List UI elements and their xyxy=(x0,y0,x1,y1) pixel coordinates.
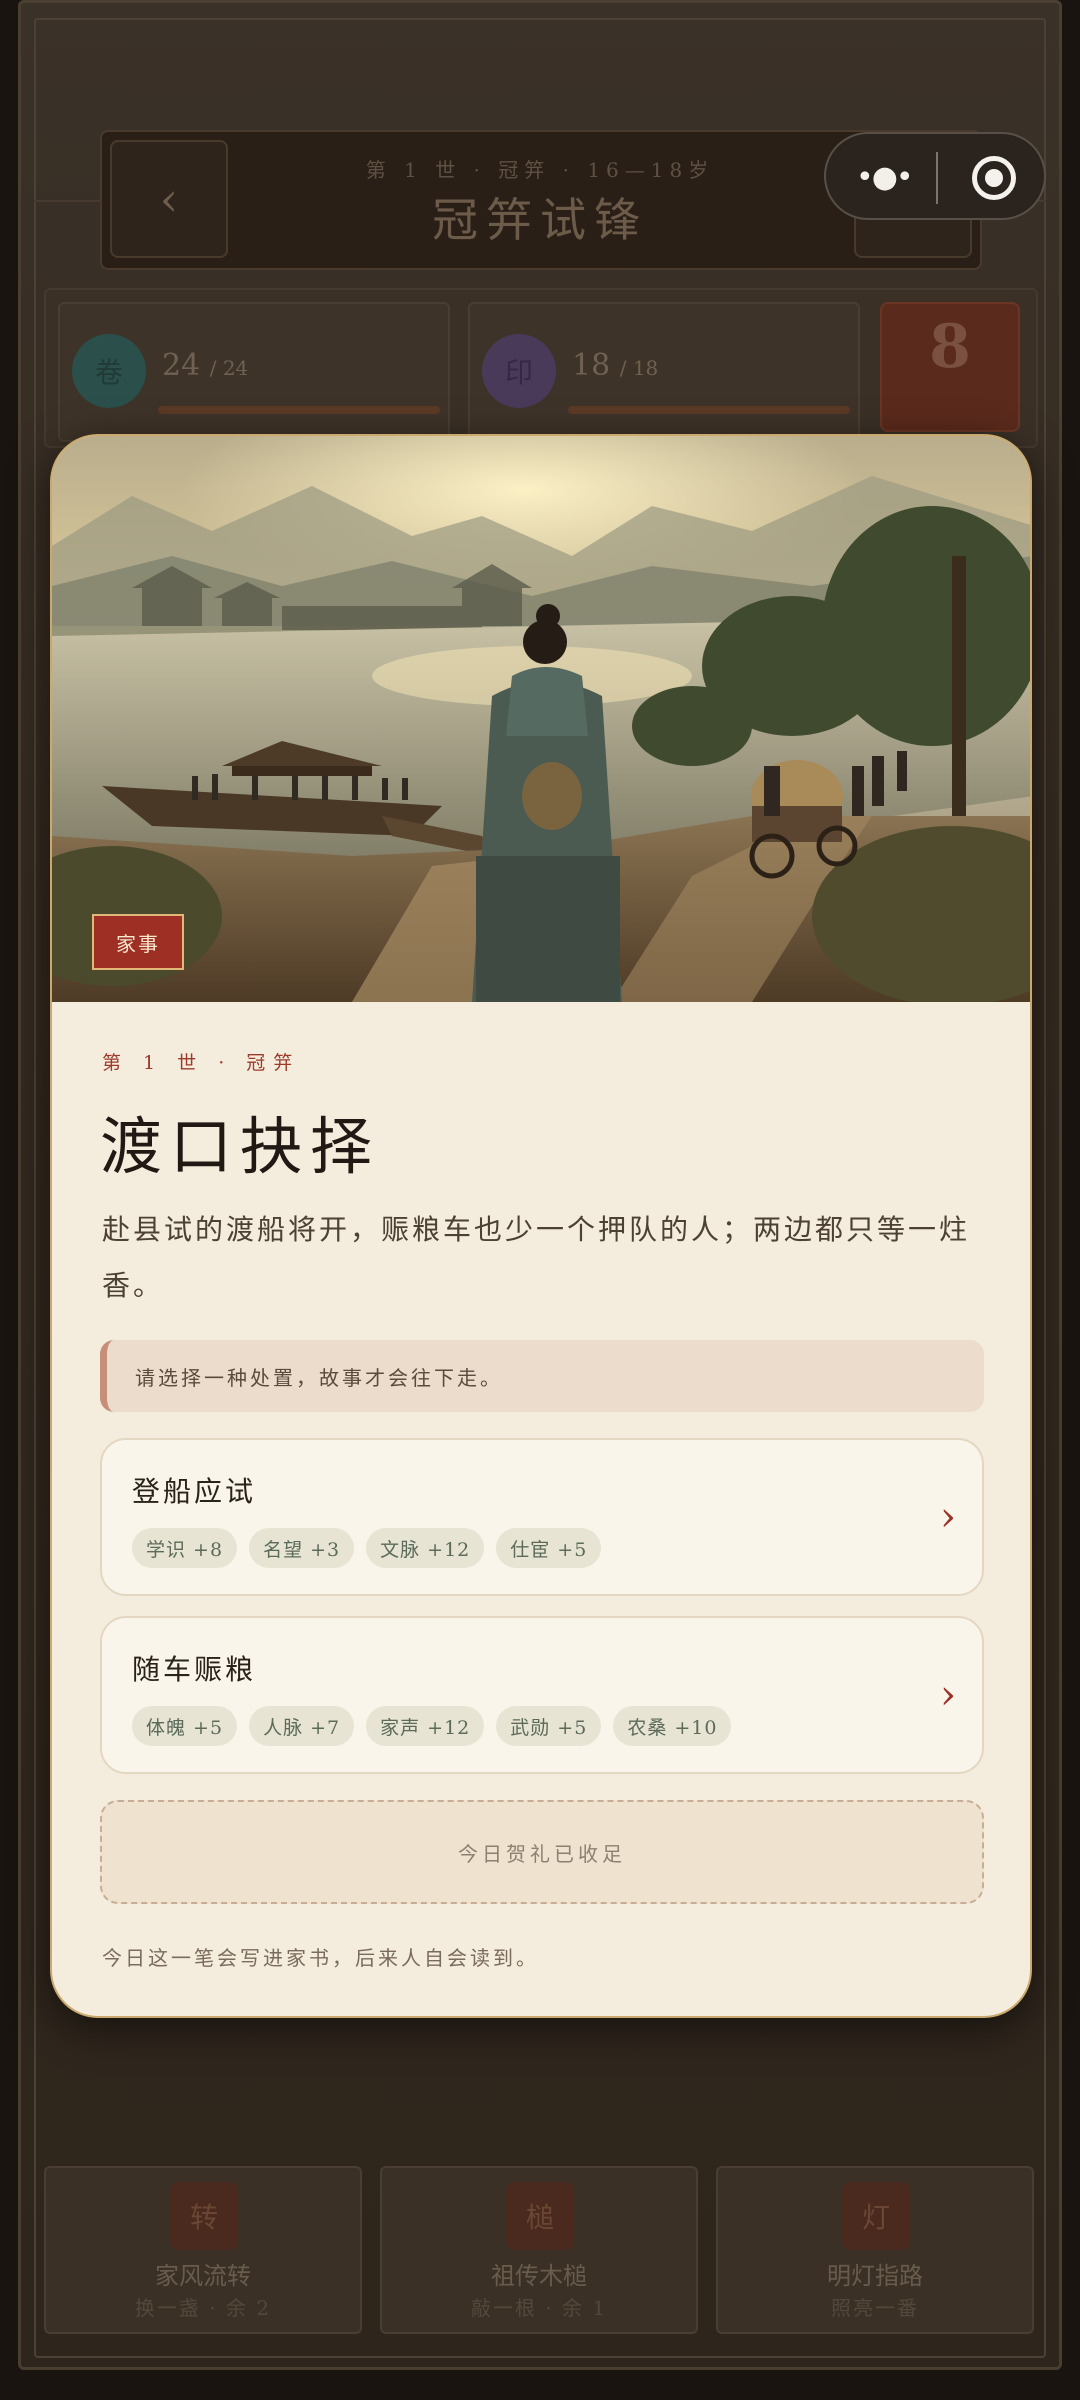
effect-chip: 学识 +8 xyxy=(132,1528,238,1568)
mallet-glyph-icon: 槌 xyxy=(506,2182,574,2250)
tool-name: 家风流转 xyxy=(155,2262,251,2290)
tool-name: 祖传木槌 xyxy=(491,2262,587,2290)
scene-illustration: 家事 xyxy=(52,436,1030,1002)
record-target-icon[interactable] xyxy=(972,156,1016,200)
chevron-left-icon: ‹ xyxy=(159,172,179,226)
tool-name: 明灯指路 xyxy=(827,2262,923,2290)
choice-title: 随车赈粮 xyxy=(132,1653,257,1686)
tool-sub: 敲一根 · 余 1 xyxy=(470,2296,608,2320)
choice-option-grain-cart[interactable]: 随车赈粮 体魄 +5 人脉 +7 家声 +12 武勋 +5 农桑 +10 › xyxy=(100,1616,984,1774)
choice-title: 登船应试 xyxy=(132,1475,257,1508)
effect-chips: 体魄 +5 人脉 +7 家声 +12 武勋 +5 农桑 +10 xyxy=(132,1706,732,1746)
ferry-scene-image xyxy=(52,436,1030,1002)
capsule-separator xyxy=(936,152,938,204)
footer-note: 今日这一笔会写进家书，后来人自会读到。 xyxy=(102,1946,539,1970)
effect-chip: 家声 +12 xyxy=(366,1706,485,1746)
choice-option-board-ship[interactable]: 登船应试 学识 +8 名望 +3 文脉 +12 仕宦 +5 › xyxy=(100,1438,984,1596)
event-description: 赴县试的渡船将开，赈粮车也少一个押队的人；两边都只等一炷香。 xyxy=(102,1213,971,1302)
tool-wooden-mallet[interactable]: 槌 祖传木槌 敲一根 · 余 1 xyxy=(380,2166,698,2334)
back-button[interactable]: ‹ xyxy=(110,140,228,258)
more-dots-icon[interactable]: •●• xyxy=(856,160,914,195)
tool-bar: 转 家风流转 换一盏 · 余 2 槌 祖传木槌 敲一根 · 余 1 灯 明灯指路… xyxy=(44,2166,1038,2336)
stat-card-yin: 印 18 / 18 xyxy=(468,302,860,442)
tool-lamp-guide[interactable]: 灯 明灯指路 照亮一番 xyxy=(716,2166,1034,2334)
event-kicker: 第 1 世 · 冠笄 xyxy=(102,1052,301,1074)
seal-badge-icon: 印 xyxy=(482,334,556,408)
header-title: 冠笄试锋 xyxy=(432,193,648,247)
effect-chips: 学识 +8 名望 +3 文脉 +12 仕宦 +5 xyxy=(132,1528,602,1568)
effect-chip: 体魄 +5 xyxy=(132,1706,238,1746)
lamp-glyph-icon: 灯 xyxy=(842,2182,910,2250)
mini-program-capsule: •●• xyxy=(824,132,1046,220)
turn-counter: 8 xyxy=(880,302,1020,432)
scroll-badge-icon: 卷 xyxy=(72,334,146,408)
header-subtitle: 第 1 世 · 冠笄 · 16—18岁 xyxy=(365,158,715,182)
stat-value: 24 / 24 xyxy=(162,348,249,383)
event-title: 渡口抉择 xyxy=(100,1110,381,1183)
turn-glyph-icon: 转 xyxy=(170,2182,238,2250)
tool-sub: 照亮一番 xyxy=(831,2296,919,2320)
instruction-hint: 请选择一种处置，故事才会往下走。 xyxy=(100,1340,984,1412)
effect-chip: 文脉 +12 xyxy=(366,1528,485,1568)
chevron-right-icon: › xyxy=(940,1672,956,1718)
effect-chip: 人脉 +7 xyxy=(249,1706,355,1746)
stat-progress-bar xyxy=(568,406,850,414)
gift-status-box: 今日贺礼已收足 xyxy=(100,1800,984,1904)
effect-chip: 武勋 +5 xyxy=(496,1706,602,1746)
category-tag: 家事 xyxy=(92,914,184,970)
stat-progress-bar xyxy=(158,406,440,414)
chevron-right-icon: › xyxy=(940,1494,956,1540)
effect-chip: 名望 +3 xyxy=(249,1528,355,1568)
tool-family-shift[interactable]: 转 家风流转 换一盏 · 余 2 xyxy=(44,2166,362,2334)
event-modal: 家事 第 1 世 · 冠笄 渡口抉择 赴县试的渡船将开，赈粮车也少一个押队的人；… xyxy=(50,434,1032,2018)
effect-chip: 农桑 +10 xyxy=(613,1706,732,1746)
stat-value: 18 / 18 xyxy=(572,348,659,383)
effect-chip: 仕宦 +5 xyxy=(496,1528,602,1568)
stat-card-juan: 卷 24 / 24 xyxy=(58,302,450,442)
tool-sub: 换一盏 · 余 2 xyxy=(134,2296,272,2320)
